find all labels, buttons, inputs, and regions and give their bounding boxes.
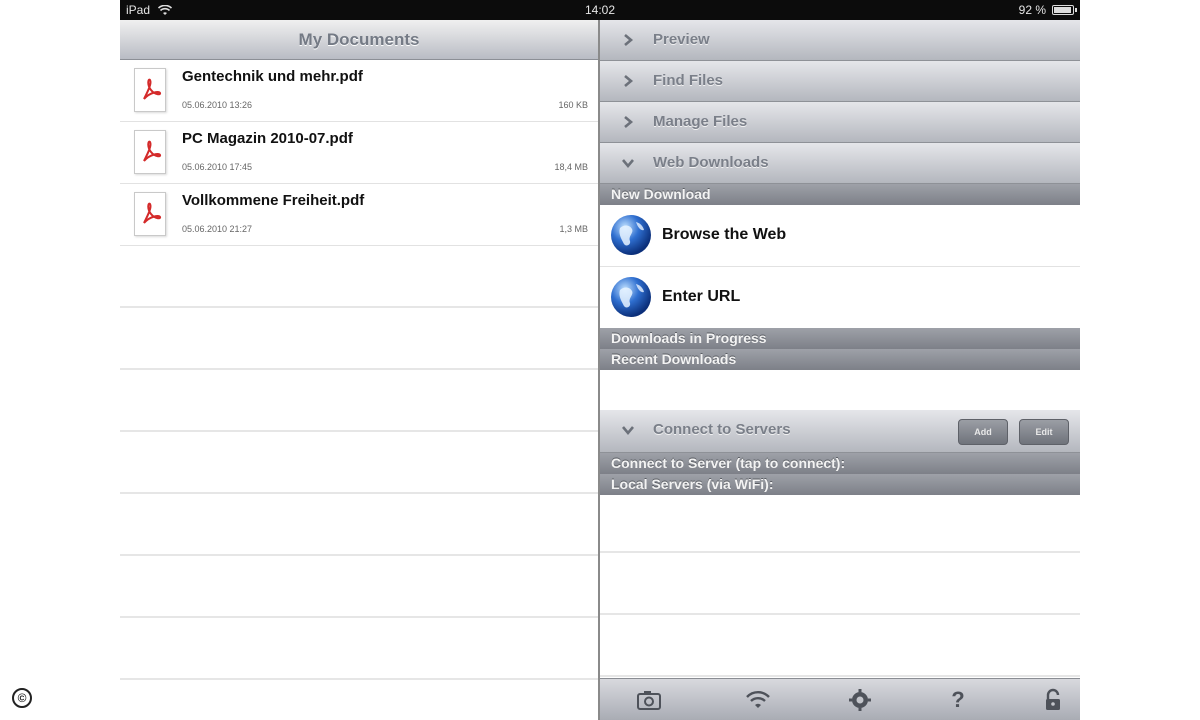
copyright-watermark: © [12,688,32,708]
help-icon[interactable]: ? [945,688,971,712]
document-size: 18,4 MB [554,162,588,172]
clock: 14:02 [584,3,616,17]
chevron-down-icon [622,159,634,169]
section-label: Connect to Servers [653,421,791,438]
row-label: Browse the Web [662,226,787,243]
document-size: 1,3 MB [559,224,588,234]
pdf-file-icon [134,130,166,174]
chevron-right-icon [624,75,634,87]
documents-nav-bar: My Documents [120,20,598,60]
wifi-icon[interactable] [745,688,771,712]
document-date: 05.06.2010 13:26 [182,100,253,110]
browse-the-web-button[interactable]: Browse the Web [600,205,1080,267]
pdf-file-icon [134,192,166,236]
status-bar: iPad 14:02 92 % [120,0,1080,20]
add-server-button[interactable]: Add [958,419,1008,445]
section-label: Manage Files [653,113,748,130]
actions-pane: Preview Find Files Manage Files Web Down… [600,20,1080,720]
document-date: 05.06.2010 21:27 [182,224,253,234]
settings-icon[interactable] [847,688,873,712]
section-label: Web Downloads [653,154,769,171]
document-name: Vollkommene Freiheit.pdf [182,192,365,209]
document-row[interactable]: Gentechnik und mehr.pdf 05.06.2010 13:26… [120,60,598,122]
connect-to-server-header: Connect to Server (tap to connect): [600,453,1080,474]
document-list: Gentechnik und mehr.pdf 05.06.2010 13:26… [120,60,598,246]
chevron-right-icon [624,116,634,128]
page-title: My Documents [298,30,420,49]
ipad-screen: iPad 14:02 92 % My Documents Gentechnik … [120,0,1080,720]
recent-downloads-empty [600,370,1080,410]
documents-pane: My Documents Gentechnik und mehr.pdf 05.… [120,20,598,720]
section-web-downloads[interactable]: Web Downloads [600,143,1080,184]
recent-downloads-header: Recent Downloads [600,349,1080,370]
document-date: 05.06.2010 17:45 [182,162,253,172]
globe-icon [611,277,651,317]
document-name: Gentechnik und mehr.pdf [182,68,363,85]
section-connect-to-servers[interactable]: Connect to Servers Add Edit [600,410,1080,453]
bottom-toolbar: ? [600,678,1080,720]
section-label: Find Files [653,72,724,89]
document-name: PC Magazin 2010-07.pdf [182,130,353,147]
new-download-header: New Download [600,184,1080,205]
chevron-down-icon [622,426,634,436]
document-size: 160 KB [558,100,588,110]
section-manage-files[interactable]: Manage Files [600,102,1080,143]
pdf-file-icon [134,68,166,112]
globe-icon [611,215,651,255]
section-label: Preview [653,31,710,48]
section-preview[interactable]: Preview [600,20,1080,61]
battery-icon [1052,5,1077,15]
downloads-in-progress-header: Downloads in Progress [600,328,1080,349]
edit-servers-button[interactable]: Edit [1019,419,1069,445]
section-find-files[interactable]: Find Files [600,61,1080,102]
chevron-right-icon [624,34,634,46]
document-row[interactable]: PC Magazin 2010-07.pdf 05.06.2010 17:45 … [120,122,598,184]
camera-icon[interactable] [636,688,662,712]
document-row[interactable]: Vollkommene Freiheit.pdf 05.06.2010 21:2… [120,184,598,246]
enter-url-button[interactable]: Enter URL [600,267,1080,329]
lock-icon[interactable] [1040,688,1066,712]
battery-percent: 92 % [1018,3,1046,17]
row-label: Enter URL [662,288,741,305]
local-servers-header: Local Servers (via WiFi): [600,474,1080,495]
